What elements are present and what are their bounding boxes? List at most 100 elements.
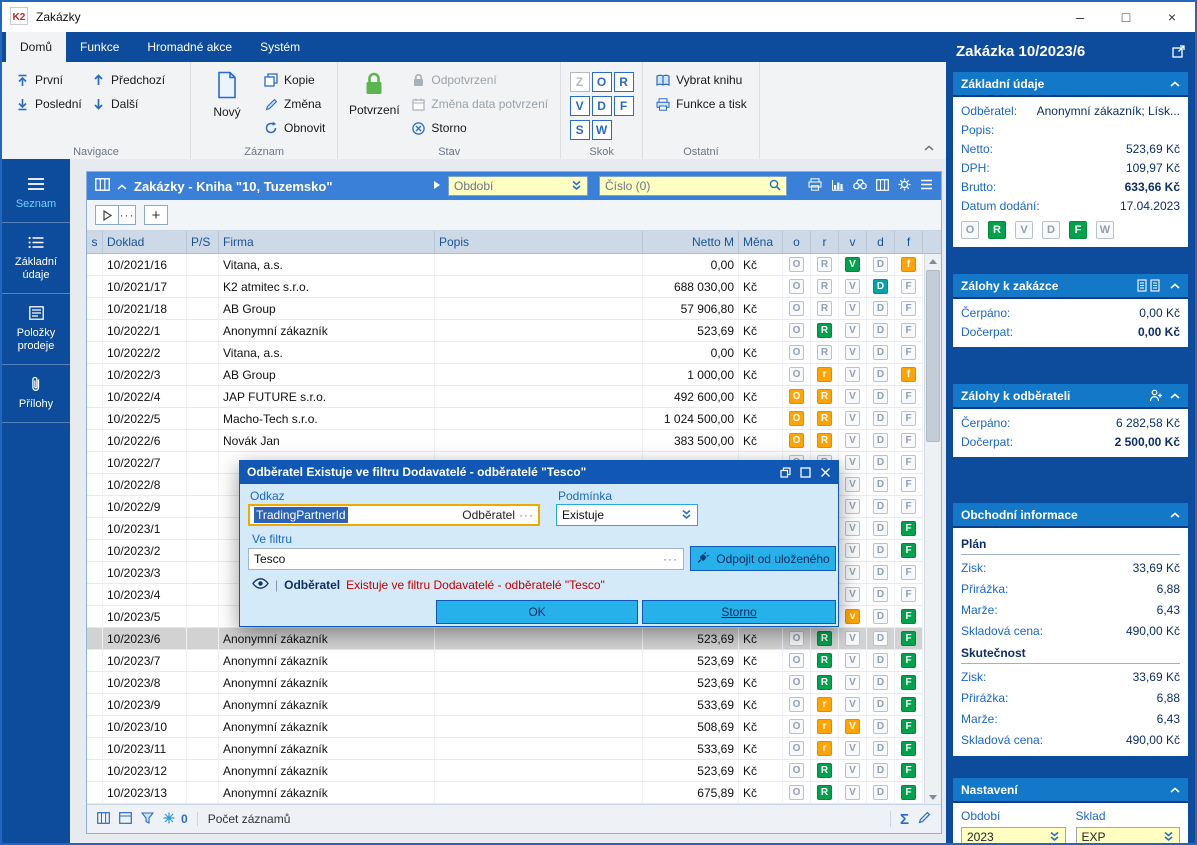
close-button[interactable]: ×	[1149, 2, 1195, 32]
table-row[interactable]: 10/2023/8 Anonymní zákazník 523,69 Kč O R V D F	[87, 672, 923, 694]
table-row[interactable]: 10/2022/3 AB Group 1 000,00 Kč Or V Df	[87, 364, 923, 386]
filter-icon[interactable]	[140, 811, 155, 827]
novy-button[interactable]: Nový	[199, 68, 255, 119]
table-row[interactable]: 10/2022/2 Vitana, a.s. 0,00 Kč O R V D F	[87, 342, 923, 364]
dropdown-icon[interactable]	[1049, 830, 1060, 844]
ribbon-collapse-button[interactable]	[920, 141, 938, 155]
more-icon[interactable]: ···	[519, 508, 534, 522]
ribbon-button-obnovit[interactable]: Obnovit	[259, 116, 329, 140]
skok-letter-w[interactable]: W	[591, 119, 612, 140]
collapse-icon[interactable]	[1170, 786, 1180, 793]
skok-letter-d[interactable]: D	[591, 95, 612, 116]
record-count-label[interactable]: Počet záznamů	[196, 812, 290, 826]
dialog-titlebar[interactable]: Odběratel Existuje ve filtru Dodavatelé …	[239, 460, 839, 484]
external-link-icon[interactable]	[1172, 45, 1185, 58]
vertical-scrollbar[interactable]	[924, 254, 941, 804]
minimize-button[interactable]: –	[1057, 2, 1103, 32]
sidebar-item-seznam[interactable]: Seznam	[2, 165, 70, 223]
table-row[interactable]: 10/2023/10 Anonymní zákazník 508,69 Kč Or V D F	[87, 716, 923, 738]
menu-icon[interactable]	[920, 179, 933, 193]
column-header-d[interactable]: d	[867, 231, 895, 253]
pages-icon[interactable]	[1137, 279, 1163, 292]
skok-letter-o[interactable]: O	[591, 71, 612, 92]
dropdown-icon[interactable]	[571, 179, 582, 194]
sidebar-item-přílohy[interactable]: Přílohy	[2, 365, 70, 423]
filter-obdobi[interactable]: Období	[448, 176, 588, 196]
scroll-up-icon[interactable]	[925, 254, 941, 268]
table-row[interactable]: 10/2023/13 Anonymní zákazník 675,89 Kč O R V D F	[87, 782, 923, 804]
column-header-s[interactable]: s	[87, 231, 103, 253]
column-header-firma[interactable]: Firma	[219, 231, 435, 253]
ribbon-button-poslední[interactable]: Poslední	[10, 92, 86, 116]
run-options-button[interactable]: ···	[119, 205, 136, 225]
column-header-v[interactable]: v	[839, 231, 867, 253]
filter-cislo[interactable]: Číslo (0)	[599, 176, 787, 196]
scroll-down-icon[interactable]	[925, 790, 941, 804]
table-row[interactable]: 10/2021/16 Vitana, a.s. 0,00 Kč O R V Df	[87, 254, 923, 276]
section-header-zalohy-odberatel[interactable]: Zálohy k odběrateli	[953, 384, 1188, 409]
collapse-icon[interactable]	[1170, 282, 1180, 289]
ribbon-button-předchozí[interactable]: Předchozí	[86, 68, 182, 92]
column-header-f[interactable]: f	[895, 231, 923, 253]
table-row[interactable]: 10/2022/6 Novák Jan 383 500,00 Kč O R V D F	[87, 430, 923, 452]
edit-icon[interactable]	[918, 811, 931, 827]
table-row[interactable]: 10/2022/1 Anonymní zákazník 523,69 Kč O R V D F	[87, 320, 923, 342]
table-row[interactable]: 10/2021/17 K2 atmitec s.r.o. 688 030,00 Kč O…	[87, 276, 923, 298]
sklad-select[interactable]: EXP	[1075, 827, 1180, 844]
sum-icon[interactable]: Σ	[900, 811, 909, 828]
gear-icon[interactable]	[898, 178, 911, 194]
table-row[interactable]: 10/2023/9 Anonymní zákazník 533,69 Kč Or V D F	[87, 694, 923, 716]
tab-domů[interactable]: Domů	[6, 32, 67, 62]
eye-icon[interactable]	[252, 578, 269, 592]
search-icon[interactable]	[769, 179, 781, 194]
skok-letter-r[interactable]: R	[613, 71, 634, 92]
table-row[interactable]: 10/2022/4 JAP FUTURE s.r.o. 492 600,00 Kč O R…	[87, 386, 923, 408]
potvrzeni-button[interactable]: Potvrzení	[346, 68, 402, 117]
column-header-r[interactable]: r	[811, 231, 839, 253]
column-header-o[interactable]: o	[783, 231, 811, 253]
section-header-nastaveni[interactable]: Nastavení	[953, 778, 1188, 803]
odkaz-field[interactable]: TradingPartnerId Odběratel ···	[248, 504, 540, 526]
column-header-netto-m[interactable]: Netto M	[643, 231, 739, 253]
restore-icon[interactable]	[780, 466, 791, 478]
table-row[interactable]: 10/2021/18 AB Group 57 906,80 Kč O R V D F	[87, 298, 923, 320]
tab-systém[interactable]: Systém	[246, 32, 314, 62]
columns-icon[interactable]	[876, 178, 889, 194]
odpojit-button[interactable]: Odpojit od uloženého	[690, 546, 836, 571]
ribbon-button-funkce-a-tisk[interactable]: Funkce a tisk	[651, 92, 751, 116]
column-header-doklad[interactable]: Doklad	[103, 231, 187, 253]
snowflake-icon[interactable]	[163, 812, 175, 827]
column-header-měna[interactable]: Měna	[739, 231, 783, 253]
table-row[interactable]: 10/2023/7 Anonymní zákazník 523,69 Kč O R V D F	[87, 650, 923, 672]
column-header-p-s[interactable]: P/S	[187, 231, 219, 253]
table-row[interactable]: 10/2022/5 Macho-Tech s.r.o. 1 024 500,00 Kč…	[87, 408, 923, 430]
print-icon[interactable]	[808, 178, 822, 194]
columns-view-icon[interactable]	[97, 811, 110, 827]
sidebar-item-základní-údaje[interactable]: Základní údaje	[2, 223, 70, 294]
ribbon-button-změna[interactable]: Změna	[259, 92, 329, 116]
chart-icon[interactable]	[831, 179, 844, 194]
ribbon-button-storno[interactable]: Storno	[406, 116, 552, 140]
maximize-button[interactable]: □	[1103, 2, 1149, 32]
section-header-zakladni[interactable]: Základní údaje	[953, 72, 1188, 97]
tab-funkce[interactable]: Funkce	[66, 32, 133, 62]
binoculars-icon[interactable]	[853, 179, 867, 193]
ribbon-button-vybrat-knihu[interactable]: Vybrat knihu	[651, 68, 751, 92]
more-icon[interactable]: ···	[663, 552, 678, 566]
dialog-close-icon[interactable]	[820, 467, 831, 478]
table-row[interactable]: 10/2023/11 Anonymní zákazník 533,69 Kč Or V D F	[87, 738, 923, 760]
podminka-select[interactable]: Existuje	[556, 504, 698, 526]
ribbon-button-další[interactable]: Další	[86, 92, 182, 116]
dropdown-icon[interactable]	[1163, 830, 1174, 844]
skok-letter-v[interactable]: V	[569, 95, 590, 116]
add-button[interactable]: +	[144, 205, 168, 225]
ve-filtru-field[interactable]: Tesco ···	[248, 548, 684, 570]
table-row[interactable]: 10/2023/6 Anonymní zákazník 523,69 Kč O R V D F	[87, 628, 923, 650]
run-button[interactable]	[95, 205, 119, 225]
column-header-popis[interactable]: Popis	[435, 231, 643, 253]
ribbon-button-první[interactable]: První	[10, 68, 86, 92]
ok-button[interactable]: OK	[436, 600, 638, 624]
sidebar-item-položky-prodeje[interactable]: Položky prodeje	[2, 294, 70, 365]
book-columns-icon[interactable]	[95, 178, 110, 194]
obdobi-select[interactable]: 2023	[961, 827, 1066, 843]
